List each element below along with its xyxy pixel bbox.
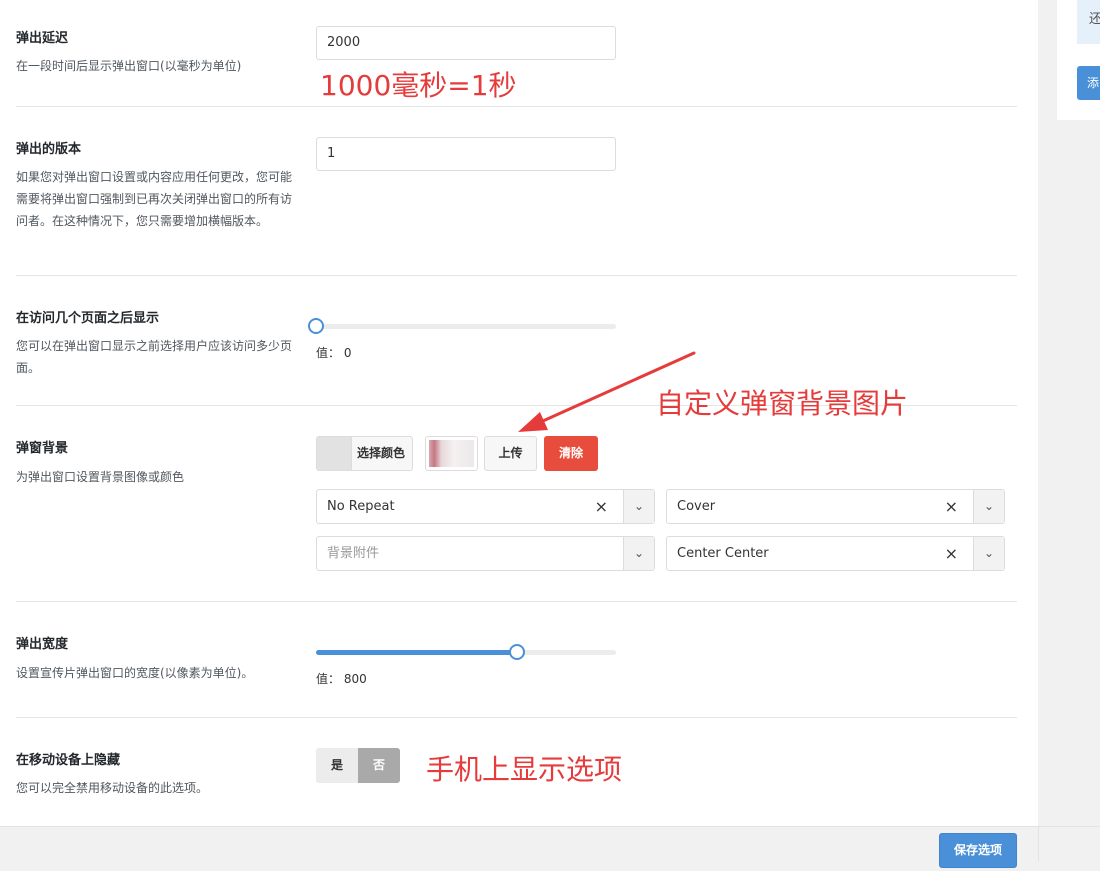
toggle-yes-option[interactable]: 是 (316, 748, 358, 783)
delay-title: 弹出延迟 (16, 31, 69, 46)
background-image-thumbnail (425, 436, 478, 471)
background-repeat-select[interactable]: No Repeat × ⌄ (316, 489, 655, 524)
divider (1038, 827, 1039, 861)
delay-input[interactable]: 2000 (316, 26, 616, 60)
upload-button[interactable]: 上传 (484, 436, 537, 471)
background-size-select[interactable]: Cover × ⌄ (666, 489, 1005, 524)
mobile-annotation: 手机上显示选项 (426, 753, 623, 786)
background-size-value: Cover (677, 499, 716, 514)
divider (16, 275, 1017, 276)
pages-slider[interactable] (308, 318, 616, 334)
clear-icon[interactable]: × (945, 490, 958, 523)
chevron-down-icon[interactable]: ⌄ (973, 537, 1004, 570)
sidebar-notice: 还 (1077, 0, 1100, 44)
chevron-down-icon[interactable]: ⌄ (623, 490, 654, 523)
pages-slider-handle[interactable] (308, 318, 324, 334)
color-picker-button[interactable]: 选择颜色 (316, 436, 413, 471)
background-position-value: Center Center (677, 546, 769, 561)
width-slider-handle[interactable] (509, 644, 525, 660)
clear-button[interactable]: 清除 (544, 436, 598, 471)
background-attachment-select[interactable]: 背景附件 ⌄ (316, 536, 655, 571)
pages-description: 您可以在弹出窗口显示之前选择用户应该访问多少页面。 (16, 339, 293, 375)
sidebar-button[interactable]: 添 (1077, 66, 1100, 100)
background-image-preview (429, 440, 474, 467)
version-description: 如果您对弹出窗口设置或内容应用任何更改，您可能需要将弹出窗口强制到已再次关闭弹出… (16, 170, 293, 228)
toggle-no-option[interactable]: 否 (358, 748, 400, 783)
chevron-down-icon[interactable]: ⌄ (973, 490, 1004, 523)
width-slider[interactable] (316, 644, 616, 660)
color-swatch (317, 437, 352, 470)
footer-bar (0, 826, 1100, 871)
delay-description: 在一段时间后显示弹出窗口(以毫秒为单位) (16, 59, 242, 73)
clear-icon[interactable]: × (595, 490, 608, 523)
clear-icon[interactable]: × (945, 537, 958, 570)
divider (16, 106, 1017, 107)
pages-value: 值： 0 (316, 346, 352, 360)
background-position-select[interactable]: Center Center × ⌄ (666, 536, 1005, 571)
save-options-button[interactable]: 保存选项 (939, 833, 1017, 868)
background-description: 为弹出窗口设置背景图像或颜色 (16, 470, 185, 484)
color-picker-label: 选择颜色 (357, 446, 406, 460)
mobile-description: 您可以完全禁用移动设备的此选项。 (16, 781, 209, 795)
version-title: 弹出的版本 (16, 142, 82, 157)
background-title: 弹窗背景 (16, 441, 69, 456)
width-value: 值： 800 (316, 672, 367, 686)
annotation-arrow-icon (518, 351, 696, 432)
background-repeat-value: No Repeat (327, 499, 395, 514)
width-description: 设置宣传片弹出窗口的宽度(以像素为单位)。 (16, 666, 254, 680)
delay-annotation: 1000毫秒=1秒 (320, 69, 517, 102)
divider (16, 717, 1017, 718)
chevron-down-icon[interactable]: ⌄ (623, 537, 654, 570)
pages-title: 在访问几个页面之后显示 (16, 311, 160, 326)
divider (16, 601, 1017, 602)
version-input[interactable]: 1 (316, 137, 616, 171)
mobile-title: 在移动设备上隐藏 (16, 753, 121, 768)
width-title: 弹出宽度 (16, 637, 69, 652)
sidebar-panel: 还 添 (1057, 0, 1100, 120)
width-slider-fill (316, 650, 517, 655)
mobile-toggle[interactable]: 是 否 (316, 748, 400, 783)
background-attachment-placeholder: 背景附件 (327, 546, 380, 561)
